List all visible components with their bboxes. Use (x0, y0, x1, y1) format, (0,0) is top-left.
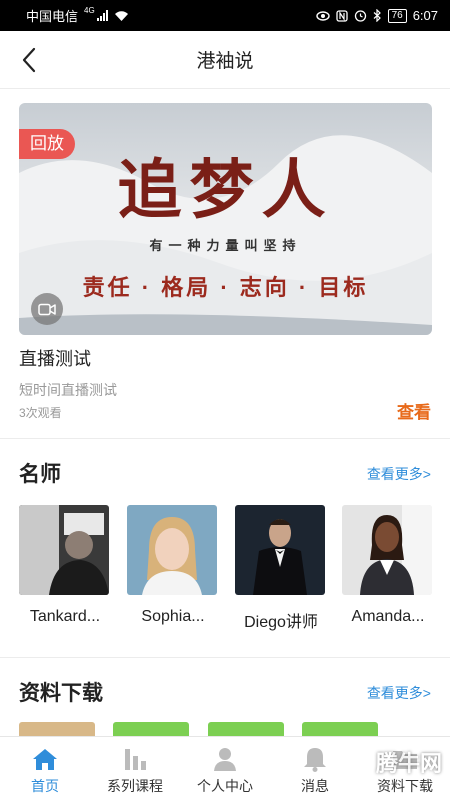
chevron-left-icon (22, 47, 36, 73)
bar-chart-icon (121, 745, 149, 773)
teacher-name: Tankard... (29, 608, 101, 625)
back-button[interactable] (12, 43, 46, 77)
clock: 6:07 (412, 8, 438, 23)
banner-subtitle: 有一种力量叫坚持 (149, 238, 302, 253)
tab-label: 消息 (301, 778, 329, 794)
downloads-more-link[interactable]: 查看更多> (367, 683, 431, 703)
bell-icon (301, 745, 329, 773)
bottom-tab-bar: 首页 系列课程 个人中心 消息 资料下载 (0, 736, 450, 800)
tab-messages[interactable]: 消息 (270, 737, 360, 800)
alarm-icon (354, 10, 366, 22)
video-camera-icon (31, 293, 63, 325)
eye-icon (315, 10, 330, 21)
downloads-section-title: 资料下载 (19, 682, 103, 705)
teacher-avatar (127, 505, 217, 595)
teacher-avatar (235, 505, 325, 595)
nfc-icon (335, 9, 348, 22)
tab-series-courses[interactable]: 系列课程 (90, 737, 180, 800)
teachers-section-title: 名师 (19, 463, 61, 486)
view-count: 3次观看 (19, 406, 62, 420)
banner-title: 追梦人 (117, 153, 334, 228)
wifi-icon (114, 10, 128, 21)
teacher-card[interactable]: Sophia... (127, 505, 217, 626)
teacher-avatar (342, 505, 432, 595)
status-left: 中国电信 4G (26, 6, 129, 25)
person-icon (211, 745, 239, 773)
app-header: 港袖说 (0, 31, 450, 89)
live-title: 直播测试 (19, 349, 91, 369)
signal-icon (96, 10, 108, 21)
view-button[interactable]: 查看 (397, 398, 431, 423)
folder-icon (391, 745, 419, 773)
divider (0, 657, 450, 658)
teacher-name: Sophia... (141, 608, 205, 625)
banner-slogan: 责任 · 格局 · 志向 · 目标 (82, 275, 369, 300)
teachers-more-link[interactable]: 查看更多> (367, 464, 431, 484)
divider (0, 438, 450, 439)
teacher-name: Diego讲师 (244, 614, 318, 631)
page-title: 港袖说 (196, 51, 254, 72)
status-right: 76 6:07 (315, 8, 438, 23)
tab-home[interactable]: 首页 (0, 737, 90, 800)
home-icon (31, 745, 59, 773)
network-label: 4G (84, 6, 95, 15)
tab-label: 个人中心 (197, 778, 253, 794)
tab-personal-center[interactable]: 个人中心 (180, 737, 270, 800)
tab-label: 系列课程 (107, 778, 163, 794)
tab-label: 资料下载 (377, 778, 433, 794)
teacher-card[interactable]: Tankard... (19, 505, 109, 626)
bluetooth-icon (373, 9, 381, 22)
status-bar: 中国电信 4G 76 6:07 (0, 0, 450, 31)
teacher-avatar (19, 505, 109, 595)
teacher-name: Amanda... (351, 608, 425, 625)
battery-indicator: 76 (387, 8, 407, 23)
live-description: 短时间直播测试 (19, 382, 117, 398)
live-banner[interactable]: 追梦人 有一种力量叫坚持 责任 · 格局 · 志向 · 目标 回放 (19, 103, 432, 335)
carrier-label: 中国电信 (26, 9, 79, 24)
tab-downloads[interactable]: 资料下载 (360, 737, 450, 800)
teacher-card[interactable]: Diego讲师 (235, 505, 325, 632)
replay-badge: 回放 (19, 129, 75, 159)
tab-label: 首页 (31, 778, 59, 794)
teacher-card[interactable]: Amanda... (342, 505, 432, 626)
